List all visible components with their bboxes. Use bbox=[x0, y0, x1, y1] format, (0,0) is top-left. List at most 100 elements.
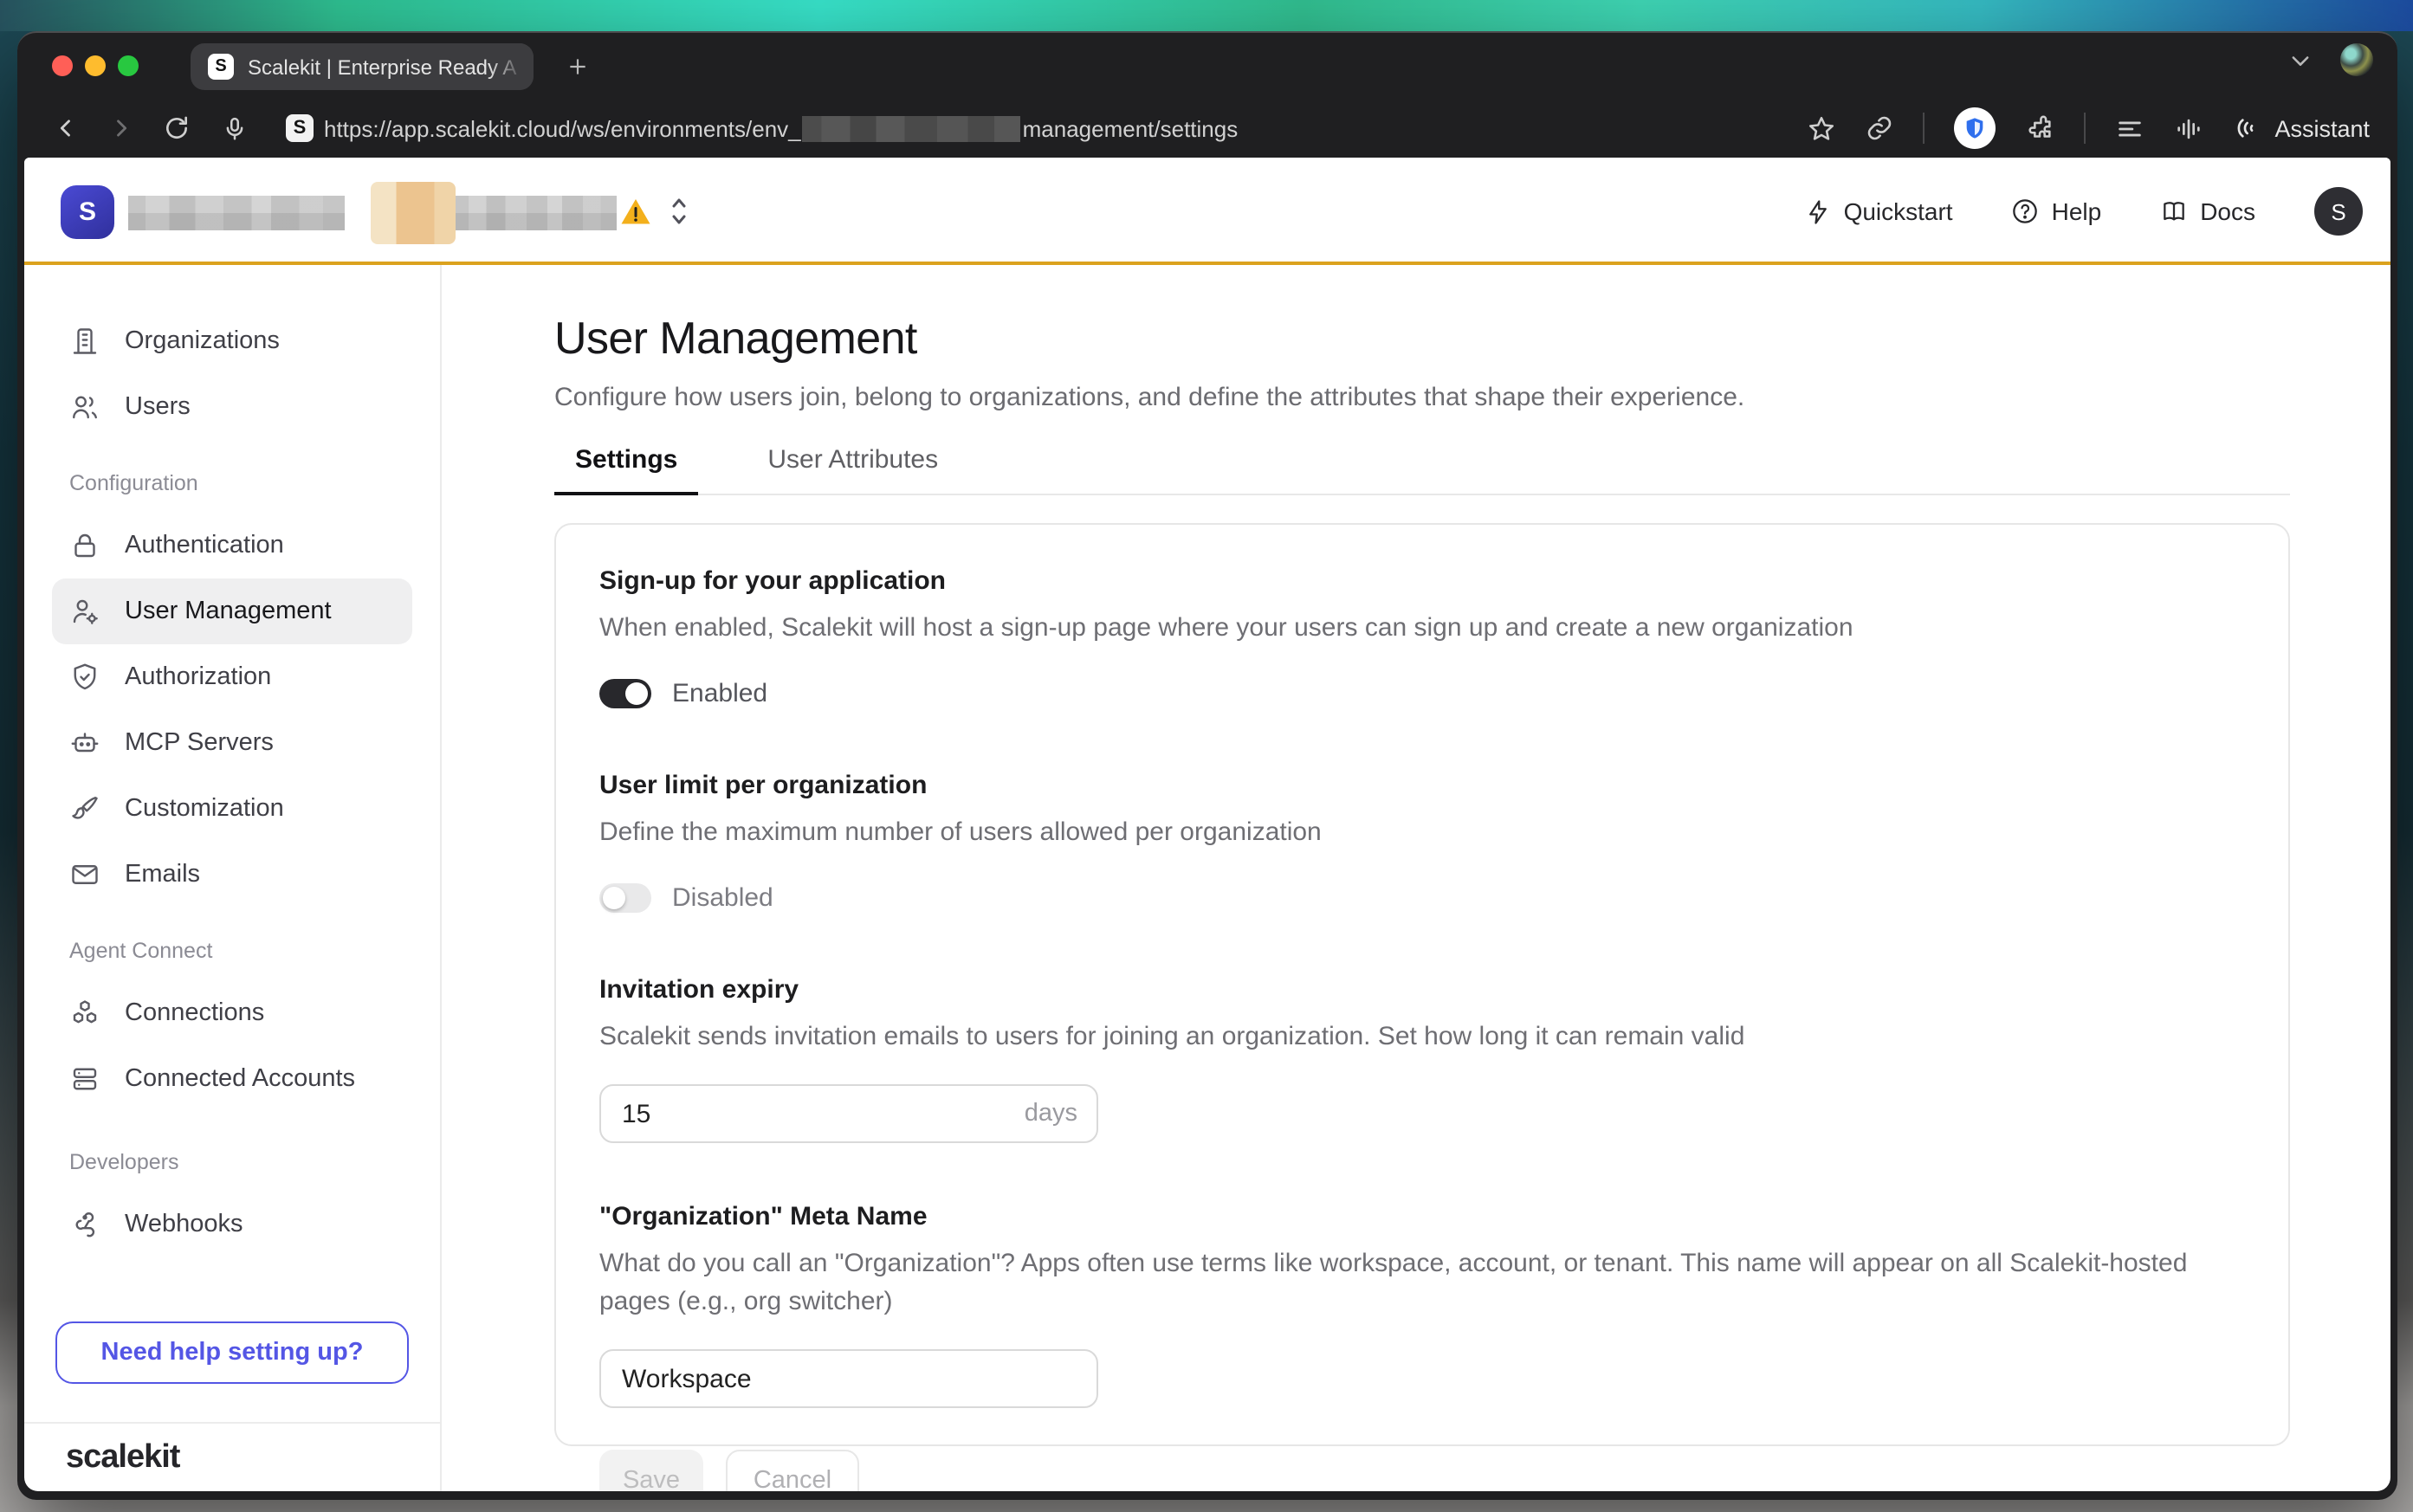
assistant-icon bbox=[2233, 114, 2261, 142]
stacked-rows-icon bbox=[69, 1063, 100, 1095]
sidebar-item-mcp-servers[interactable]: MCP Servers bbox=[52, 710, 412, 776]
settings-card: Sign-up for your application When enable… bbox=[554, 523, 2290, 1446]
sidebar-item-label: Webhooks bbox=[125, 1211, 243, 1238]
user-gear-icon bbox=[69, 596, 100, 627]
forward-button[interactable] bbox=[107, 99, 135, 158]
user-limit-title: User limit per organization bbox=[599, 771, 2245, 800]
tab-list-chevron-icon[interactable] bbox=[2288, 48, 2313, 72]
user-limit-toggle[interactable] bbox=[599, 883, 651, 913]
environment-warning bbox=[620, 197, 651, 227]
address-url[interactable]: https://app.scalekit.cloud/ws/environmen… bbox=[324, 99, 1238, 158]
sidebar-footer: scalekit bbox=[24, 1422, 440, 1491]
tab-user-attributes[interactable]: User Attributes bbox=[747, 445, 959, 494]
assistant-button[interactable]: Assistant bbox=[2233, 114, 2370, 142]
sidebar-item-authentication[interactable]: Authentication bbox=[52, 513, 412, 578]
quickstart-button[interactable]: Quickstart bbox=[1806, 197, 1953, 225]
sidebar-item-label: Connected Accounts bbox=[125, 1065, 355, 1093]
lock-icon bbox=[69, 530, 100, 561]
copy-link-icon[interactable] bbox=[1866, 114, 1893, 142]
browser-tab[interactable]: S Scalekit | Enterprise Ready A bbox=[191, 43, 534, 90]
sidebar-item-emails[interactable]: Emails bbox=[52, 842, 412, 908]
cancel-button[interactable]: Cancel bbox=[726, 1450, 859, 1491]
quickstart-label: Quickstart bbox=[1844, 197, 1953, 225]
docs-button[interactable]: Docs bbox=[2160, 197, 2255, 225]
invitation-expiry-input[interactable] bbox=[599, 1084, 1098, 1143]
invitation-expiry-unit: days bbox=[1025, 1084, 1077, 1143]
sidebar-item-label: MCP Servers bbox=[125, 729, 274, 757]
need-help-button[interactable]: Need help setting up? bbox=[55, 1321, 409, 1384]
page-title: User Management bbox=[554, 310, 2390, 365]
tab-title: Scalekit | Enterprise Ready A bbox=[248, 55, 516, 79]
org-meta-name-title: "Organization" Meta Name bbox=[599, 1202, 2245, 1231]
sidebar-item-authorization[interactable]: Authorization bbox=[52, 644, 412, 710]
invitation-expiry-description: Scalekit sends invitation emails to user… bbox=[599, 1018, 2245, 1056]
browser-tab-bar: S Scalekit | Enterprise Ready A bbox=[17, 33, 2397, 99]
voice-waveform-icon[interactable] bbox=[2174, 113, 2203, 143]
bookmark-star-icon[interactable] bbox=[1807, 113, 1836, 143]
reload-button[interactable] bbox=[161, 99, 192, 158]
sidebar-item-label: Organizations bbox=[125, 327, 280, 355]
environment-switcher[interactable] bbox=[669, 196, 689, 227]
sidebar-section-configuration: Configuration bbox=[69, 468, 395, 499]
window-zoom-button[interactable] bbox=[118, 55, 139, 76]
help-button[interactable]: Help bbox=[2012, 197, 2102, 225]
org-meta-name-input[interactable] bbox=[599, 1349, 1098, 1408]
url-redacted-segment bbox=[803, 115, 1021, 141]
sidebar-item-label: Connections bbox=[125, 999, 264, 1027]
sidebar: Organizations Users Configuration Authen… bbox=[24, 265, 442, 1491]
save-button[interactable]: Save bbox=[599, 1450, 703, 1491]
browser-window: S Scalekit | Enterprise Ready A bbox=[17, 31, 2397, 1500]
url-prefix: https://app.scalekit.cloud/ws/environmen… bbox=[324, 115, 801, 141]
sidebar-item-connected-accounts[interactable]: Connected Accounts bbox=[52, 1046, 412, 1112]
invitation-expiry-title: Invitation expiry bbox=[599, 975, 2245, 1005]
webhook-icon bbox=[69, 1209, 100, 1240]
window-close-button[interactable] bbox=[52, 55, 73, 76]
browser-profile-avatar[interactable] bbox=[2340, 43, 2373, 76]
sidebar-section-developers: Developers bbox=[69, 1147, 395, 1178]
shield-icon bbox=[1963, 116, 1987, 140]
tab-title-fade bbox=[488, 43, 534, 90]
user-limit-description: Define the maximum number of users allow… bbox=[599, 814, 2245, 852]
tab-settings[interactable]: Settings bbox=[554, 445, 698, 494]
new-tab-button[interactable] bbox=[558, 47, 596, 85]
sidebar-item-users[interactable]: Users bbox=[52, 374, 412, 440]
tab-bar: Settings User Attributes bbox=[554, 445, 2290, 495]
plus-icon bbox=[566, 55, 588, 77]
password-manager-extension-icon[interactable] bbox=[1954, 107, 1996, 149]
envelope-icon bbox=[69, 859, 100, 890]
toggle-knob bbox=[603, 887, 625, 909]
back-button[interactable] bbox=[52, 99, 80, 158]
sidebar-item-organizations[interactable]: Organizations bbox=[52, 308, 412, 374]
reader-mode-icon[interactable] bbox=[2115, 113, 2145, 143]
cubes-icon bbox=[69, 998, 100, 1029]
chevron-right-icon bbox=[109, 116, 133, 140]
window-minimize-button[interactable] bbox=[85, 55, 106, 76]
sidebar-item-customization[interactable]: Customization bbox=[52, 776, 412, 842]
docs-label: Docs bbox=[2200, 197, 2255, 225]
voice-search-button[interactable] bbox=[218, 99, 249, 158]
scalekit-logo[interactable]: S bbox=[61, 185, 114, 239]
sidebar-item-label: Authorization bbox=[125, 663, 271, 691]
page-content: S Quickstart Help bbox=[24, 158, 2390, 1491]
sidebar-item-label: Emails bbox=[125, 861, 200, 888]
shield-check-icon bbox=[69, 662, 100, 693]
signup-description: When enabled, Scalekit will host a sign-… bbox=[599, 610, 2245, 648]
user-limit-toggle-label: Disabled bbox=[672, 883, 773, 913]
sidebar-item-webhooks[interactable]: Webhooks bbox=[52, 1192, 412, 1257]
assistant-label: Assistant bbox=[2274, 115, 2370, 141]
microphone-icon bbox=[221, 115, 247, 141]
user-avatar[interactable]: S bbox=[2314, 187, 2363, 236]
org-meta-name-description: What do you call an "Organization"? Apps… bbox=[599, 1245, 2228, 1321]
environment-name-redacted-2 bbox=[456, 196, 617, 230]
chevron-up-down-icon bbox=[669, 196, 689, 227]
robot-icon bbox=[69, 727, 100, 759]
workspace-name-redacted bbox=[128, 196, 345, 230]
sidebar-item-connections[interactable]: Connections bbox=[52, 980, 412, 1046]
sidebar-section-agent-connect: Agent Connect bbox=[69, 935, 395, 966]
app-header: S Quickstart Help bbox=[24, 158, 2390, 265]
extensions-puzzle-icon[interactable] bbox=[2025, 113, 2054, 143]
signup-toggle[interactable] bbox=[599, 679, 651, 708]
sidebar-item-user-management[interactable]: User Management bbox=[52, 578, 412, 644]
lightning-icon bbox=[1806, 198, 1832, 224]
signup-toggle-label: Enabled bbox=[672, 679, 767, 708]
